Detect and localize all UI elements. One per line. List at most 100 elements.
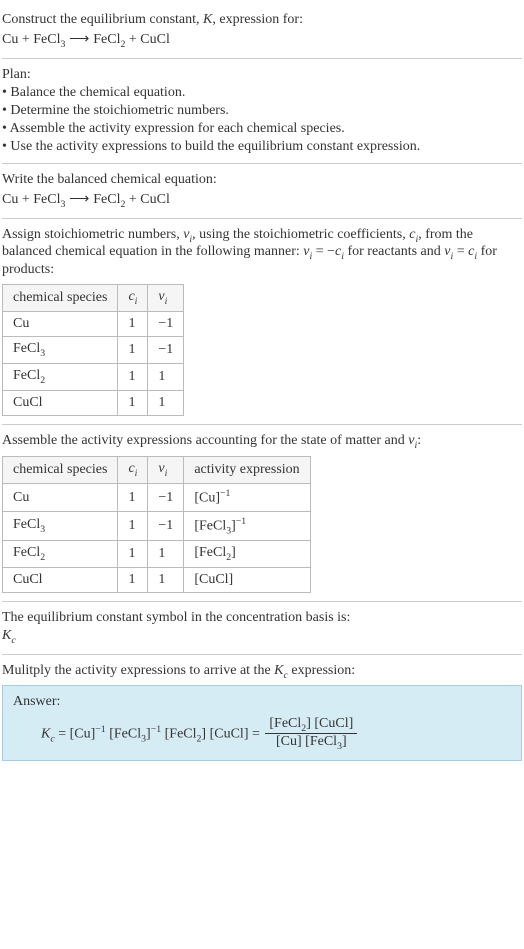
th-nui: νi (148, 457, 184, 484)
cell-ci: 1 (118, 484, 148, 512)
eq-arrow: ⟶ (65, 30, 93, 46)
ans-den2b: ] (342, 734, 347, 749)
cell-species-text: FeCl (13, 368, 40, 383)
cell-nui: −1 (148, 484, 184, 512)
symbol-kc: Kc (2, 628, 522, 646)
table-row: FeCl2 1 1 (3, 363, 184, 390)
table-row: FeCl3 1 −1 (3, 336, 184, 363)
ans-fraction: [FeCl2] [CuCl][Cu] [FeCl3] (265, 716, 357, 753)
symbol-section: The equilibrium constant symbol in the c… (2, 602, 522, 655)
table-row: FeCl3 1 −1 [FeCl3]−1 (3, 511, 311, 540)
plan-bullet-1: • Balance the chemical equation. (2, 85, 522, 101)
act-sup: −1 (236, 516, 246, 527)
cell-species: CuCl (3, 568, 118, 593)
cell-species: Cu (3, 311, 118, 336)
ans-den2a: [FeCl (302, 734, 337, 749)
a-rel1b: = − (312, 244, 335, 259)
cell-activity: [FeCl3]−1 (184, 511, 310, 540)
th-nui: νi (148, 285, 184, 312)
cell-species-text: FeCl (13, 341, 40, 356)
question-equation: Cu + FeCl3 ⟶ FeCl2 + CuCl (2, 30, 522, 50)
cell-ci: 1 (118, 511, 148, 540)
a-p4: for reactants and (344, 244, 444, 259)
plan-title: Plan: (2, 67, 522, 83)
th-nui-i: i (165, 468, 168, 479)
symbol-text: The equilibrium constant symbol in the c… (2, 610, 522, 626)
activity-section: Assemble the activity expressions accoun… (2, 425, 522, 603)
table-row: FeCl2 1 1 [FeCl2] (3, 541, 311, 568)
th-ci-i: i (135, 468, 138, 479)
answer-expression: Kc = [Cu]−1 [FeCl3]−1 [FeCl2] [CuCl] = [… (13, 716, 511, 753)
th-ci: ci (118, 457, 148, 484)
beq-lhs: Cu + FeCl (2, 192, 60, 207)
ans-t2sup: −1 (151, 724, 161, 735)
ans-t2a: [FeCl (106, 726, 141, 741)
act-post: ] (231, 545, 236, 560)
act-title-pre: Assemble the activity expressions accoun… (2, 433, 408, 448)
beq-arrow: ⟶ (65, 190, 93, 206)
mul-post: expression: (288, 663, 355, 678)
table-row: Cu 1 −1 [Cu]−1 (3, 484, 311, 512)
ans-eq2: = (248, 726, 263, 741)
stoich-table: chemical species ci νi Cu 1 −1 FeCl3 1 −… (2, 284, 184, 415)
mul-K: K (274, 663, 283, 678)
cell-ci: 1 (118, 568, 148, 593)
cell-nui: 1 (148, 390, 184, 415)
ans-den1: [Cu] (276, 734, 302, 749)
answer-label: Answer: (13, 694, 511, 710)
q-pre: Construct the equilibrium constant, (2, 12, 203, 27)
th-activity: activity expression (184, 457, 310, 484)
ans-t3a: [FeCl (161, 726, 196, 741)
question-text: Construct the equilibrium constant, K, e… (2, 12, 522, 28)
a-rel2b: = (453, 244, 468, 259)
cell-activity: [FeCl2] (184, 541, 310, 568)
cell-nui: 1 (148, 568, 184, 593)
cell-nui: 1 (148, 541, 184, 568)
table-header-row: chemical species ci νi (3, 285, 184, 312)
th-species: chemical species (3, 285, 118, 312)
multiply-text: Mulitply the activity expressions to arr… (2, 663, 522, 681)
a-p1: Assign stoichiometric numbers, (2, 227, 183, 242)
cell-nui: −1 (148, 511, 184, 540)
cell-species: FeCl2 (3, 541, 118, 568)
th-ci-i: i (135, 296, 138, 307)
cell-species-sub: 2 (40, 552, 45, 563)
cell-activity: [Cu]−1 (184, 484, 310, 512)
ans-num: [FeCl2] [CuCl] (265, 716, 357, 735)
table-row: CuCl 1 1 [CuCl] (3, 568, 311, 593)
assign-section: Assign stoichiometric numbers, νi , using… (2, 219, 522, 425)
question-section: Construct the equilibrium constant, K, e… (2, 4, 522, 59)
ans-K: K (41, 726, 50, 741)
ans-eq: = (55, 726, 70, 741)
cell-ci: 1 (118, 390, 148, 415)
assign-text: Assign stoichiometric numbers, νi, using… (2, 227, 522, 279)
act-pre: [Cu] (194, 491, 220, 506)
answer-box: Answer: Kc = [Cu]−1 [FeCl3]−1 [FeCl2] [C… (2, 685, 522, 762)
cell-activity: [CuCl] (184, 568, 310, 593)
cell-nui: 1 (148, 363, 184, 390)
table-row: CuCl 1 1 (3, 390, 184, 415)
cell-nui: −1 (148, 311, 184, 336)
cell-species: FeCl3 (3, 336, 118, 363)
eq-rhs2: + CuCl (125, 32, 169, 47)
plan-bullet-3: • Assemble the activity expression for e… (2, 121, 522, 137)
balanced-equation: Cu + FeCl3 ⟶ FeCl2 + CuCl (2, 190, 522, 210)
th-nui-i: i (165, 296, 168, 307)
beq-rhs1: FeCl (93, 192, 120, 207)
cell-species: FeCl3 (3, 511, 118, 540)
cell-ci: 1 (118, 363, 148, 390)
ans-num2: [CuCl] (311, 716, 353, 731)
activity-table: chemical species ci νi activity expressi… (2, 456, 311, 593)
ans-num1a: [FeCl (269, 716, 301, 731)
ans-t1: [Cu] (70, 726, 96, 741)
cell-species-text: FeCl (13, 517, 40, 532)
symbol-c: c (11, 635, 15, 646)
plan-bullet-2: • Determine the stoichiometric numbers. (2, 103, 522, 119)
eq-lhs: Cu + FeCl (2, 32, 60, 47)
balanced-title: Write the balanced chemical equation: (2, 172, 522, 188)
cell-species-sub: 3 (40, 348, 45, 359)
cell-ci: 1 (118, 311, 148, 336)
cell-species: FeCl2 (3, 363, 118, 390)
a-p2: , using the stoichiometric coefficients, (192, 227, 409, 242)
balanced-section: Write the balanced chemical equation: Cu… (2, 164, 522, 219)
